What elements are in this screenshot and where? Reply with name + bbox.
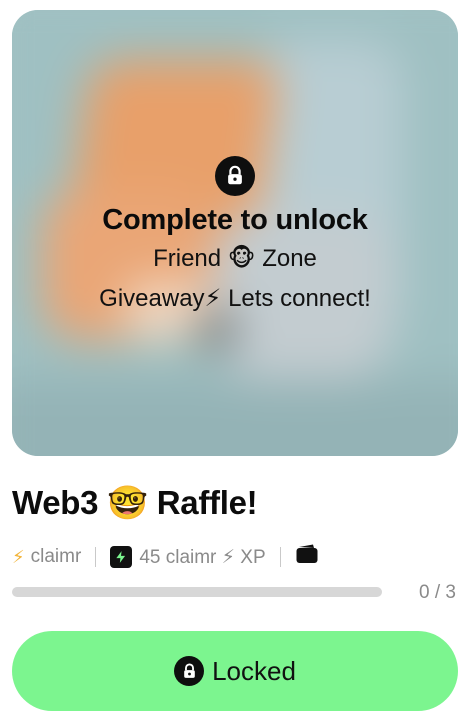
unlock-line-2: Giveaway⚡ Lets connect! xyxy=(99,285,371,312)
card-image: Complete to unlock Friend 🐵 Zone Giveawa… xyxy=(12,10,458,456)
progress-bar xyxy=(12,587,382,597)
lock-icon xyxy=(215,156,255,196)
wallet-icon xyxy=(295,543,319,571)
locked-button-label: Locked xyxy=(212,655,296,686)
unlock-title: Complete to unlock xyxy=(102,204,368,236)
bolt-icon: ⚡ xyxy=(12,546,25,567)
card-meta: ⚡ claimr 45 claimr ⚡ XP xyxy=(12,543,319,571)
divider xyxy=(95,547,97,567)
locked-overlay: Complete to unlock Friend 🐵 Zone Giveawa… xyxy=(12,156,458,314)
divider xyxy=(279,547,281,567)
card-title: Web3 🤓 Raffle! xyxy=(12,484,258,521)
locked-button[interactable]: Locked xyxy=(12,631,458,711)
unlock-line-1: Friend 🐵 Zone xyxy=(153,245,317,272)
progress-count: 0 / 3 xyxy=(419,582,456,603)
xp-label: 45 claimr ⚡ XP xyxy=(139,546,266,568)
creator-name[interactable]: claimr xyxy=(31,546,82,568)
xp-bolt-icon xyxy=(110,546,133,568)
lock-icon xyxy=(174,656,205,686)
